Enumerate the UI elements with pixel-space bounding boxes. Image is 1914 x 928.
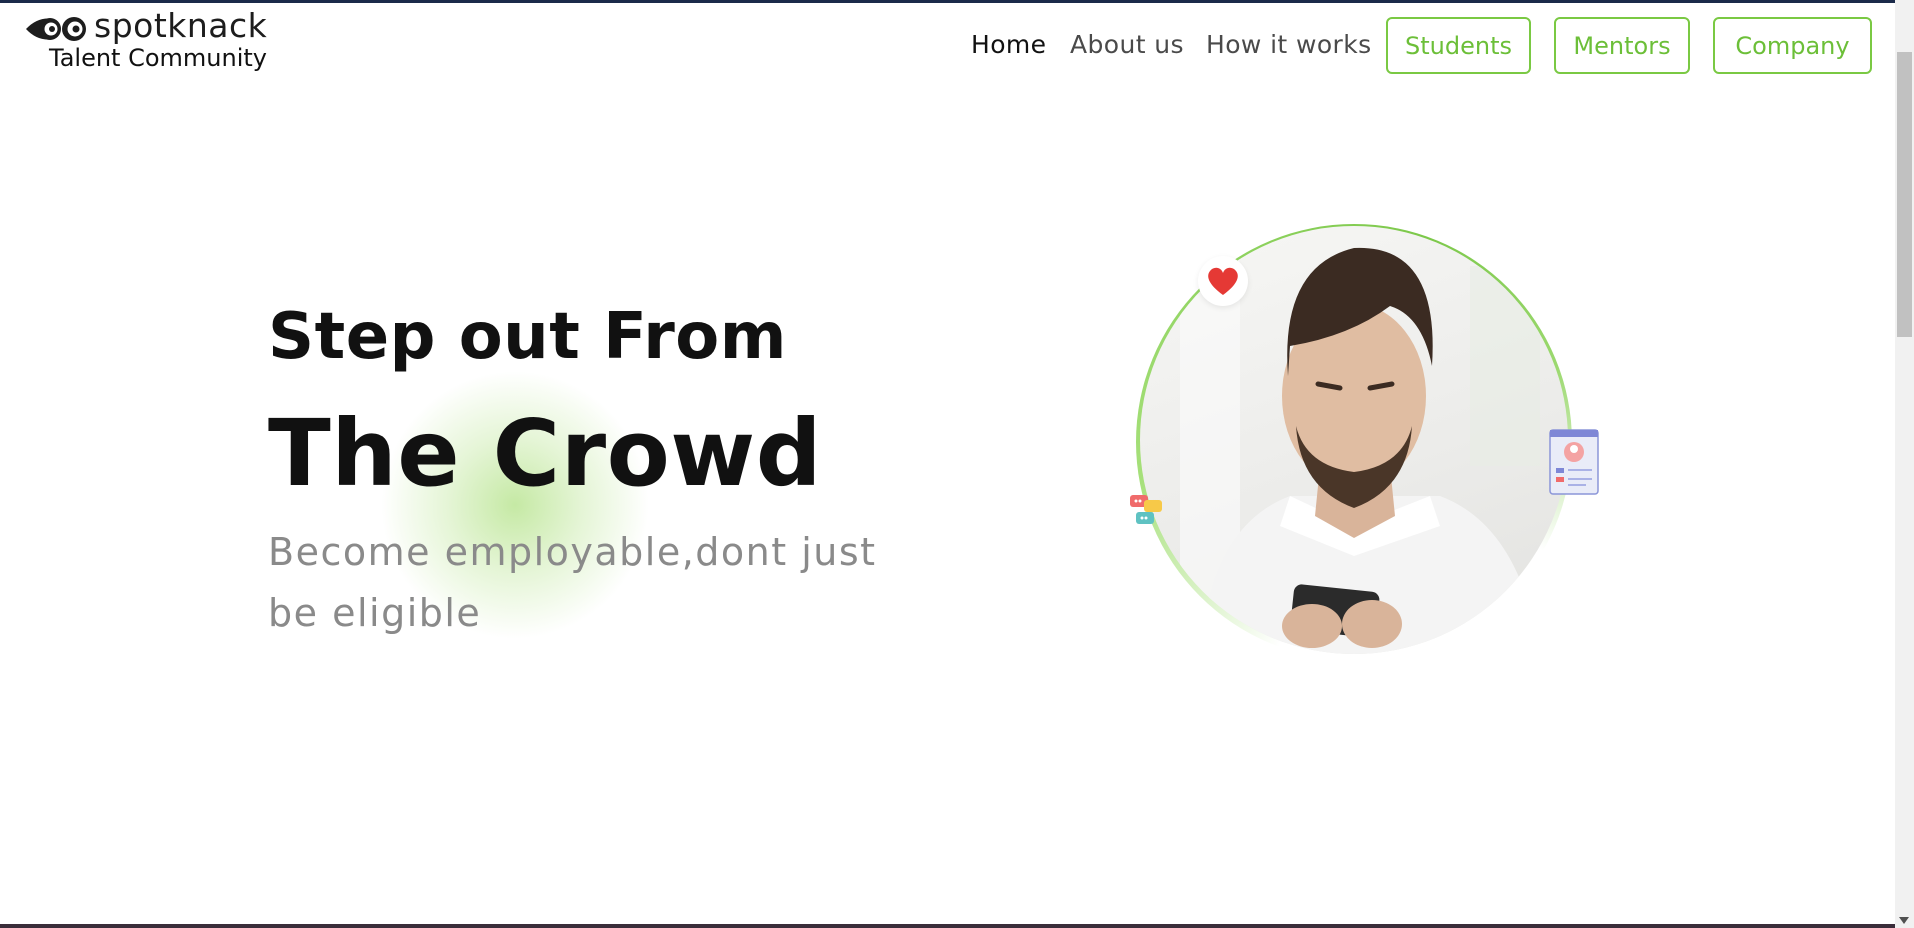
profile-card-icon bbox=[1549, 429, 1599, 495]
nav-how-it-works[interactable]: How it works bbox=[1206, 30, 1372, 59]
nav-home[interactable]: Home bbox=[971, 30, 1046, 59]
hero-heading-line1: Step out From bbox=[268, 300, 787, 374]
brand-name: spotknack bbox=[94, 6, 268, 45]
company-button[interactable]: Company bbox=[1713, 17, 1872, 74]
hero-subtitle: Become employable,dont just be eligible bbox=[268, 530, 877, 635]
brand-logo[interactable]: spotknack Talent Community bbox=[24, 6, 294, 76]
hero-heading-line2: The Crowd bbox=[268, 400, 823, 507]
mentors-button[interactable]: Mentors bbox=[1554, 17, 1690, 74]
eyes-logo-icon bbox=[26, 17, 86, 41]
vertical-scrollbar[interactable] bbox=[1895, 0, 1914, 928]
heart-badge bbox=[1198, 256, 1248, 306]
scroll-down-arrow-icon[interactable] bbox=[1899, 917, 1909, 924]
students-button[interactable]: Students bbox=[1386, 17, 1531, 74]
chat-bubbles-icon bbox=[1130, 495, 1162, 524]
scrollbar-thumb[interactable] bbox=[1897, 52, 1912, 337]
page-viewport: spotknack Talent Community Home About us… bbox=[0, 0, 1895, 928]
brand-tagline: Talent Community bbox=[49, 44, 267, 72]
heart-icon bbox=[1208, 267, 1238, 295]
nav-about-us[interactable]: About us bbox=[1070, 30, 1184, 59]
bottom-edge bbox=[0, 924, 1895, 928]
